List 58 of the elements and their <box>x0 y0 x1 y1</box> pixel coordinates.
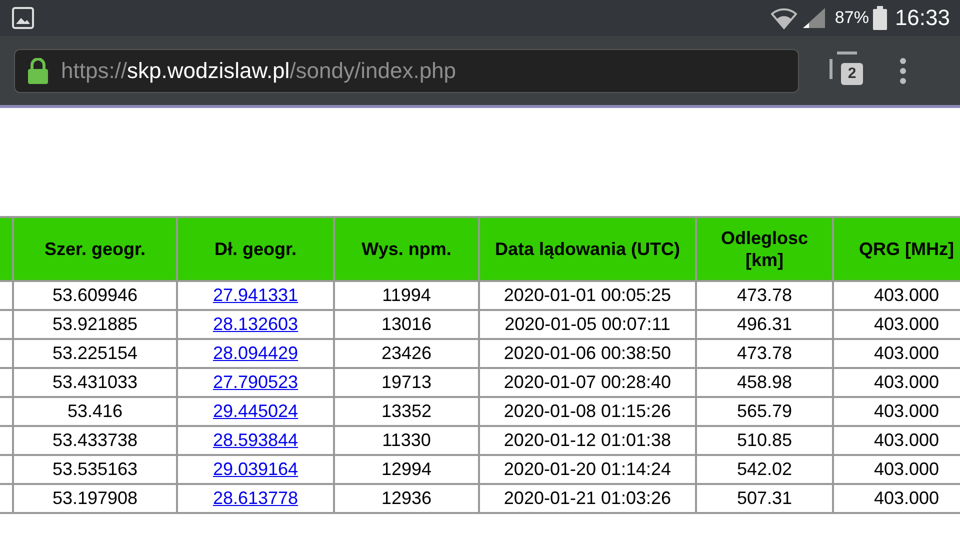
table-cell: 11994 <box>334 281 479 310</box>
table-cell: 53.197908 <box>13 484 177 513</box>
table-cell: 2020-01-20 01:14:24 <box>479 455 696 484</box>
column-header: Data lądowania (UTC) <box>479 217 696 281</box>
battery-percentage: 87% <box>834 8 869 28</box>
table-cell: 510.85 <box>696 426 833 455</box>
gallery-icon <box>12 7 34 29</box>
table-cell <box>0 281 13 310</box>
table-cell: 53.921885 <box>13 310 177 339</box>
column-header: Szer. geogr. <box>13 217 177 281</box>
signal-icon <box>800 6 827 30</box>
table-cell: 2020-01-08 01:15:26 <box>479 397 696 426</box>
table-cell: 2020-01-21 01:03:26 <box>479 484 696 513</box>
table-cell <box>0 426 13 455</box>
table-cell: 2020-01-06 00:38:50 <box>479 339 696 368</box>
table-cell: 13352 <box>334 397 479 426</box>
table-cell: 507.31 <box>696 484 833 513</box>
menu-icon[interactable] <box>897 56 909 84</box>
table-cell <box>0 339 13 368</box>
table-cell: 542.02 <box>696 455 833 484</box>
column-header: Dł. geogr. <box>177 217 334 281</box>
table-cell <box>0 310 13 339</box>
table-cell: 53.225154 <box>13 339 177 368</box>
table-cell: 2020-01-07 00:28:40 <box>479 368 696 397</box>
table-cell <box>0 484 13 513</box>
tabs-button[interactable]: 2 <box>829 50 869 90</box>
table-cell: 53.609946 <box>13 281 177 310</box>
table-cell: 458.98 <box>696 368 833 397</box>
table-cell: 496.31 <box>696 310 833 339</box>
table-cell: 12994 <box>334 455 479 484</box>
table-cell <box>0 397 13 426</box>
url-field[interactable]: https://skp.wodzislaw.pl/sondy/index.php <box>14 48 799 92</box>
table-cell: 23426 <box>334 339 479 368</box>
column-header: QRG [MHz] <box>833 217 960 281</box>
table-cell: 473.78 <box>696 281 833 310</box>
wifi-icon <box>770 6 797 30</box>
table-cell: 565.79 <box>696 397 833 426</box>
table-cell: 53.433738 <box>13 426 177 455</box>
table-cell: 13016 <box>334 310 479 339</box>
table-cell: 53.431033 <box>13 368 177 397</box>
clock-time: 16:33 <box>894 5 950 31</box>
url-text: https://skp.wodzislaw.pl/sondy/index.php <box>61 58 456 84</box>
table-cell <box>0 368 13 397</box>
battery-icon <box>872 6 887 30</box>
table-cell: 2020-01-12 01:01:38 <box>479 426 696 455</box>
table-cell: 53.416 <box>13 397 177 426</box>
table-cell <box>0 455 13 484</box>
lock-icon <box>27 58 49 84</box>
header-cell <box>0 217 13 281</box>
column-header: Wys. npm. <box>334 217 479 281</box>
table-cell: 11330 <box>334 426 479 455</box>
column-header: Odleglosc [km] <box>696 217 833 281</box>
table-cell: 2020-01-01 00:05:25 <box>479 281 696 310</box>
table-cell: 53.535163 <box>13 455 177 484</box>
table-cell: 12936 <box>334 484 479 513</box>
table-cell: 19713 <box>334 368 479 397</box>
table-cell: 2020-01-05 00:07:11 <box>479 310 696 339</box>
table-cell: 473.78 <box>696 339 833 368</box>
